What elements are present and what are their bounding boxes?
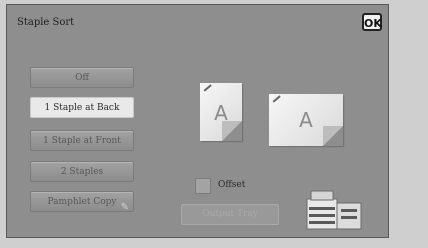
output-tray-button[interactable]: Output Tray: [181, 204, 279, 225]
option-off[interactable]: Off: [30, 67, 134, 88]
option-pamphlet-copy[interactable]: Pamphlet Copy ✎: [30, 191, 134, 213]
copier-with-finisher-icon: [306, 190, 362, 230]
staple-preview-landscape: A: [269, 94, 343, 146]
page-curl-icon: [222, 121, 242, 141]
pencil-icon: ✎: [120, 202, 129, 213]
panel-title: Staple Sort: [17, 17, 75, 28]
staple-preview-portrait: A: [200, 83, 242, 141]
offset-checkbox[interactable]: [195, 178, 211, 194]
option-1-staple-back[interactable]: 1 Staple at Back: [30, 97, 134, 118]
staple-mark-icon: [203, 84, 212, 92]
page-curl-icon: [323, 126, 343, 146]
option-1-staple-front[interactable]: 1 Staple at Front: [30, 130, 134, 151]
option-2-staples[interactable]: 2 Staples: [30, 161, 134, 182]
ok-button[interactable]: OK: [362, 13, 382, 31]
option-pamphlet-label: Pamphlet Copy: [47, 197, 117, 207]
staple-sort-panel: Staple Sort OK Off 1 Staple at Back 1 St…: [6, 4, 389, 238]
staple-mark-icon: [272, 95, 281, 103]
offset-label: Offset: [218, 180, 246, 190]
